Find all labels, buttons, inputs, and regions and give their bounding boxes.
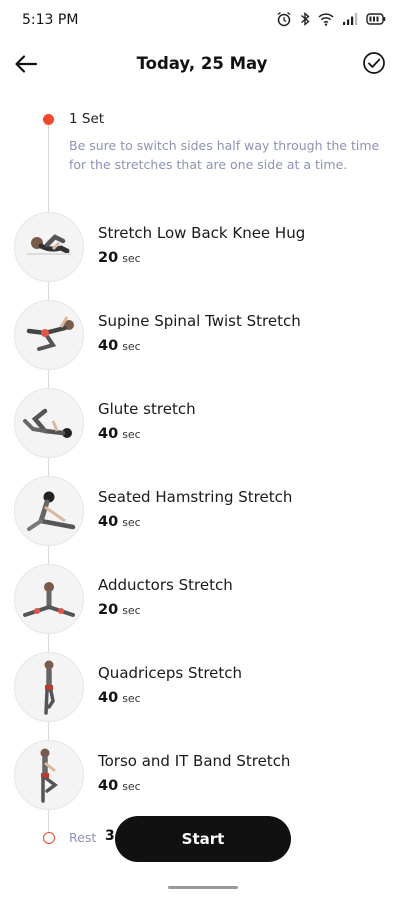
duration-value: 40: [98, 338, 119, 354]
rest-marker: [43, 832, 55, 844]
duration-value: 40: [98, 778, 119, 794]
exercise-duration: 20 sec: [98, 602, 141, 618]
start-button[interactable]: Start: [115, 816, 291, 862]
exercise-name: Torso and IT Band Stretch: [98, 752, 291, 770]
exercise-duration: 40 sec: [98, 514, 141, 530]
seated-hamstring-figure-icon: [27, 491, 76, 531]
duration-unit: sec: [122, 428, 141, 441]
header: Today, 25 May: [0, 44, 404, 84]
exercise-thumbnail: [14, 740, 84, 810]
exercise-name: Stretch Low Back Knee Hug: [98, 224, 306, 242]
signal-icon: [343, 13, 358, 25]
set-note: Be sure to switch sides half way through…: [69, 138, 380, 172]
status-icons: [276, 11, 386, 27]
exercise-thumbnail: [14, 212, 84, 282]
duration-unit: sec: [122, 692, 141, 705]
adductors-figure-icon: [23, 582, 75, 617]
bluetooth-icon: [301, 11, 310, 27]
exercise-duration: 40 sec: [98, 426, 141, 442]
set-label: 1 Set: [69, 111, 105, 127]
glute-stretch-figure-icon: [23, 408, 72, 438]
exercise-item[interactable]: Torso and IT Band Stretch 40 sec: [0, 740, 404, 828]
exercise-item[interactable]: Stretch Low Back Knee Hug 20 sec: [0, 212, 404, 300]
duration-value: 20: [98, 250, 119, 266]
exercise-thumbnail: [14, 300, 84, 370]
exercise-thumbnail: [14, 564, 84, 634]
torso-it-band-figure-icon: [40, 748, 58, 803]
page-title: Today, 25 May: [136, 54, 268, 73]
duration-unit: sec: [122, 780, 141, 793]
duration-unit: sec: [122, 604, 141, 617]
exercise-duration: 20 sec: [98, 250, 141, 266]
rest-label: Rest: [69, 830, 97, 845]
duration-value: 40: [98, 426, 119, 442]
battery-icon: [366, 13, 386, 25]
exercise-item[interactable]: Glute stretch 40 sec: [0, 388, 404, 476]
duration-value: 40: [98, 514, 119, 530]
home-indicator[interactable]: [168, 886, 238, 889]
exercise-thumbnail: [14, 476, 84, 546]
exercise-name: Supine Spinal Twist Stretch: [98, 312, 301, 330]
exercise-item[interactable]: Supine Spinal Twist Stretch 40 sec: [0, 300, 404, 388]
exercise-name: Quadriceps Stretch: [98, 664, 243, 682]
wifi-icon: [318, 13, 334, 26]
exercise-name: Adductors Stretch: [98, 576, 233, 594]
rest-value: 3: [105, 828, 115, 844]
alarm-icon: [277, 11, 291, 27]
duration-value: 20: [98, 602, 119, 618]
duration-unit: sec: [122, 516, 141, 529]
exercise-item[interactable]: Seated Hamstring Stretch 40 sec: [0, 476, 404, 564]
spinal-twist-figure-icon: [26, 316, 74, 351]
status-bar: 5:13 PM: [0, 0, 404, 40]
duration-unit: sec: [122, 340, 141, 353]
exercise-thumbnail: [14, 652, 84, 722]
set-marker: [43, 114, 54, 125]
knee-hug-figure-icon: [27, 234, 71, 255]
exercise-item[interactable]: Quadriceps Stretch 40 sec: [0, 652, 404, 740]
complete-button[interactable]: [362, 51, 386, 75]
exercise-name: Glute stretch: [98, 400, 196, 418]
duration-value: 40: [98, 690, 119, 706]
duration-unit: sec: [122, 252, 141, 265]
exercise-name: Seated Hamstring Stretch: [98, 488, 293, 506]
exercise-duration: 40 sec: [98, 778, 141, 794]
exercise-thumbnail: [14, 388, 84, 458]
check-circle-icon: [363, 52, 385, 74]
exercise-duration: 40 sec: [98, 690, 141, 706]
exercise-duration: 40 sec: [98, 338, 141, 354]
quadriceps-figure-icon: [44, 660, 55, 715]
exercise-item[interactable]: Adductors Stretch 20 sec: [0, 564, 404, 652]
status-time: 5:13 PM: [22, 12, 79, 28]
